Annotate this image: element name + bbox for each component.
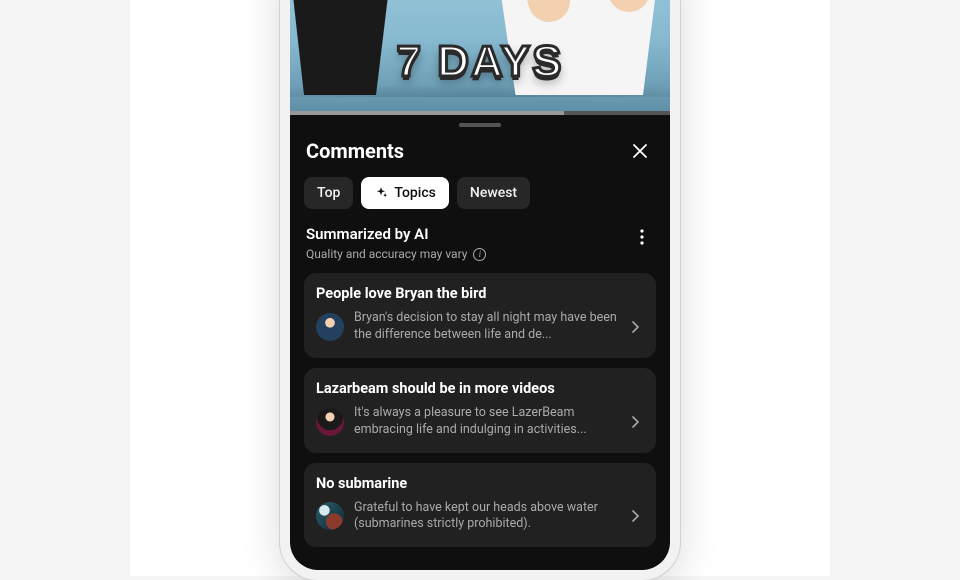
phone-screen: 7 DAYS Comments Top: [290, 0, 670, 570]
chevron-right-icon: [628, 414, 644, 430]
page-background: 7 DAYS Comments Top: [130, 0, 830, 576]
comments-title: Comments: [306, 139, 404, 163]
topic-cards: People love Bryan the bird Bryan's decis…: [304, 273, 656, 547]
topic-title: Lazarbeam should be in more videos: [316, 380, 644, 397]
topic-snippet: Bryan's decision to stay all night may h…: [354, 310, 618, 344]
ai-summary-title: Summarized by AI: [306, 225, 486, 243]
topic-title: No submarine: [316, 475, 644, 492]
avatar: [316, 502, 344, 530]
close-icon: [630, 141, 650, 161]
chip-topics-label: Topics: [394, 185, 435, 201]
video-player[interactable]: 7 DAYS: [290, 0, 670, 115]
topic-title: People love Bryan the bird: [316, 285, 644, 302]
topic-card[interactable]: People love Bryan the bird Bryan's decis…: [304, 273, 656, 358]
sort-chips: Top Topics Newest: [304, 177, 656, 223]
chevron-right-icon: [628, 319, 644, 335]
comments-header: Comments: [304, 131, 656, 177]
avatar: [316, 408, 344, 436]
topic-card[interactable]: Lazarbeam should be in more videos It's …: [304, 368, 656, 453]
chip-newest[interactable]: Newest: [457, 177, 530, 209]
chevron-right-icon: [628, 508, 644, 524]
topic-card[interactable]: No submarine Grateful to have kept our h…: [304, 463, 656, 548]
chip-top[interactable]: Top: [304, 177, 353, 209]
phone-frame: 7 DAYS Comments Top: [280, 0, 680, 580]
close-button[interactable]: [626, 137, 654, 165]
info-icon[interactable]: i: [473, 248, 486, 261]
sparkle-icon: [374, 186, 388, 200]
video-progress-bar[interactable]: [290, 111, 670, 115]
comments-panel: Comments Top Topics Newest: [290, 131, 670, 570]
ai-summary-subtitle: Quality and accuracy may vary i: [306, 247, 486, 261]
ai-summary-subtitle-text: Quality and accuracy may vary: [306, 247, 467, 261]
ai-summary-header: Summarized by AI Quality and accuracy ma…: [304, 223, 656, 273]
video-overlay-text: 7 DAYS: [397, 37, 564, 87]
more-options-button[interactable]: [630, 225, 654, 249]
avatar: [316, 313, 344, 341]
panel-drag-handle[interactable]: [459, 123, 501, 127]
chip-topics[interactable]: Topics: [361, 177, 448, 209]
video-buffer: [290, 111, 564, 115]
topic-snippet: It's always a pleasure to see LazerBeam …: [354, 405, 618, 439]
topic-snippet: Grateful to have kept our heads above wa…: [354, 500, 618, 534]
kebab-icon: [640, 229, 644, 245]
